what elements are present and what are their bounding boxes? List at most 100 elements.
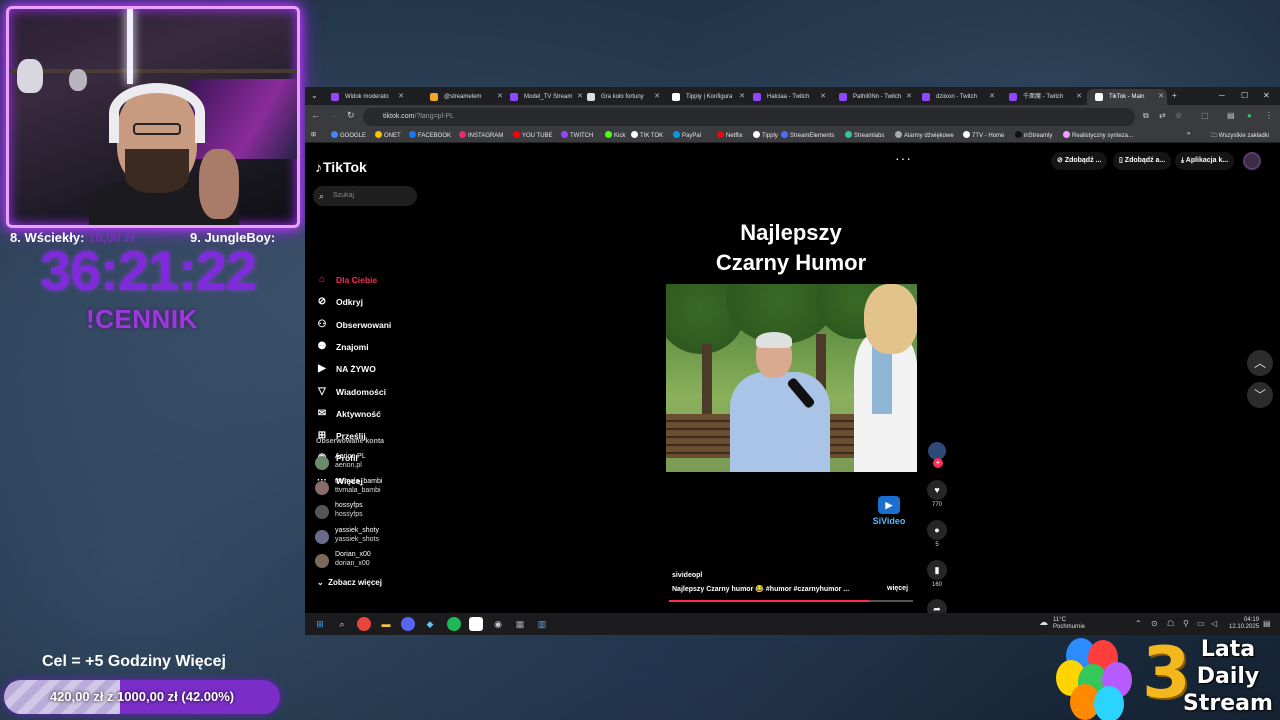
nav-item-odkryj[interactable]: ⊘ Odkryj [315,294,363,310]
tab-close-icon[interactable]: ✕ [654,89,660,105]
see-more-button[interactable]: ⌄ Zobacz więcej [317,578,382,587]
url-input[interactable]: tiktok.com/?lang=pl-PL [363,108,1135,126]
forward-icon[interactable]: → [329,110,338,120]
menu-icon[interactable]: ⋮ [1265,111,1273,120]
caption-more-button[interactable]: więcej [887,585,908,592]
bookmark-item[interactable]: TIK TOK [631,131,663,139]
tray-chevron-icon[interactable]: ⌃ [1135,619,1142,628]
system-clock[interactable]: 04:19 12.10.2025 [1229,617,1259,631]
bookmark-star-icon[interactable]: ☆ [1175,111,1182,120]
next-video-button[interactable]: ﹀ [1247,382,1273,408]
followed-account[interactable]: Dorian_x00 dorian_x00 [315,550,371,572]
reload-icon[interactable]: ↻ [347,110,355,121]
translate-icon[interactable]: ⇄ [1159,111,1166,120]
bookmarks-overflow-icon[interactable]: » [1187,131,1190,137]
bookmark-item[interactable]: Realistyczny synteza... [1063,131,1133,139]
tiktok-logo[interactable]: ♪TikTok [315,159,367,175]
desktop-app-button[interactable]: ⤓ Aplikacja k... [1175,152,1235,170]
search-input[interactable]: ⌕ Szukaj [313,186,417,206]
steam-icon[interactable]: ◆ [423,617,437,631]
bookmark-item[interactable]: StreamElements [781,131,834,139]
nav-item-aktywność[interactable]: ✉ Aktywność [315,406,381,422]
previous-video-button[interactable]: ︿ [1247,350,1273,376]
bookmark-item[interactable]: inStreamly [1015,131,1052,139]
install-icon[interactable]: ⧉ [1143,111,1149,121]
tab-close-icon[interactable]: ✕ [398,89,404,105]
tab-close-icon[interactable]: ✕ [820,89,826,105]
discord-icon[interactable] [401,617,415,631]
bookmark-item[interactable]: Streamlabs [845,131,884,139]
bookmark-item[interactable]: 7TV - Home [963,131,1004,139]
browser-tab[interactable]: dziixon - Twitch ✕ [914,89,998,105]
video-frame[interactable] [666,284,917,472]
video-author[interactable]: sivideopl [672,572,702,579]
browser-tab[interactable]: Pathil0Nn - Twitch ✕ [831,89,915,105]
extensions-icon[interactable]: ⬚ [1201,111,1209,120]
bookmark-item[interactable]: GOOGLE [331,131,366,139]
tray-icon[interactable]: ⊙ [1151,619,1158,628]
volume-icon[interactable]: ◁ [1211,619,1217,628]
account-avatar[interactable]: ● [1247,111,1252,120]
followed-account[interactable]: yassiek_shoty yassiek_shots [315,526,379,548]
browser-tab[interactable]: Tipply | Konfigura ✕ [664,89,748,105]
profile-icon[interactable]: ▤ [1227,111,1235,120]
get-coins-button[interactable]: ⊘ Zdobądź ... [1051,152,1108,170]
bookmark-item[interactable]: INSTAGRAM [459,131,503,139]
tab-close-icon[interactable]: ✕ [1076,89,1082,105]
taskbar-search-icon[interactable]: ⌕ [335,617,349,631]
windows-start-icon[interactable]: ⊞ [313,617,327,631]
comment-button[interactable]: ● 5 [924,520,950,548]
followed-account[interactable]: hossyfps hossyfps [315,501,363,523]
tab-search-icon[interactable]: ⌄ [311,87,318,105]
browser-tab[interactable]: Halciaa - Twitch ✕ [745,89,829,105]
nav-item-na-żywo[interactable]: ▶ NA ŻYWO [315,361,376,377]
close-window-icon[interactable]: ✕ [1263,87,1270,105]
followed-account[interactable]: ttv/mala_bambi ttvmala_bambi [315,477,382,499]
get-app-button[interactable]: ▯ Zdobądź a... [1113,152,1172,170]
app-icon[interactable]: ▦ [513,617,527,631]
bookmark-item[interactable]: Tipply [753,131,778,139]
back-icon[interactable]: ← [311,110,320,120]
browser-tab[interactable]: Widok moderato ✕ [323,89,407,105]
app-icon[interactable] [469,617,483,631]
like-button[interactable]: ♥ 770 [924,480,950,508]
tab-close-icon[interactable]: ✕ [1158,89,1164,105]
network-icon[interactable]: ▭ [1197,619,1205,628]
save-button[interactable]: ▮ 160 [924,560,950,588]
app-icon[interactable]: ▥ [535,617,549,631]
video-progress-bar[interactable] [669,600,913,602]
browser-tab[interactable]: @streamelem ✕ [422,89,506,105]
tab-close-icon[interactable]: ✕ [989,89,995,105]
nav-item-znajomi[interactable]: ⚉ Znajomi [315,339,369,355]
nav-item-dla-ciebie[interactable]: ⌂ Dla Ciebie [315,272,377,288]
browser-tab[interactable]: Model_TV Stream ✕ [502,89,586,105]
bookmark-item[interactable]: Netflix [717,131,743,139]
tray-icon[interactable]: ☖ [1167,619,1174,628]
browser-tab[interactable]: Gra koło fortuny ✕ [579,89,663,105]
notifications-icon[interactable]: ▤ [1263,619,1271,628]
nav-item-obserwowani[interactable]: ⚇ Obserwowani [315,317,392,333]
user-avatar[interactable] [1243,152,1261,170]
weather-widget[interactable]: ☁ 11°C Pochmurnie [1039,617,1085,631]
bookmark-item[interactable]: ONET [375,131,401,139]
nav-item-wiadomości[interactable]: ▽ Wiadomości [315,384,386,400]
followed-account[interactable]: Aerion.PL aerion.pl [315,452,366,474]
chrome-icon[interactable] [357,617,371,631]
follow-plus-icon[interactable]: + [933,458,943,468]
bookmark-item[interactable]: PayPal [673,131,701,139]
tab-close-icon[interactable]: ✕ [906,89,912,105]
bookmark-item[interactable]: YOU TUBE [513,131,553,139]
bookmark-item[interactable]: Alarmy dźwiękowe [895,131,954,139]
explorer-icon[interactable]: ▬ [379,617,393,631]
minimize-icon[interactable]: ─ [1219,87,1225,105]
tray-icon[interactable]: ⚲ [1183,619,1189,628]
bookmark-item[interactable]: FACEBOOK [409,131,451,139]
browser-tab[interactable]: TikTok - Main ✕ [1087,89,1167,105]
apps-icon[interactable]: ⊞ [311,131,316,138]
bookmark-item[interactable]: Kick [605,131,625,139]
new-tab-button[interactable]: + [1172,87,1177,105]
spotify-icon[interactable] [447,617,461,631]
more-options-icon[interactable]: ··· [895,150,912,166]
browser-tab[interactable]: 千面魔 - Twitch ✕ [1001,89,1085,105]
maximize-icon[interactable]: ☐ [1241,87,1248,105]
